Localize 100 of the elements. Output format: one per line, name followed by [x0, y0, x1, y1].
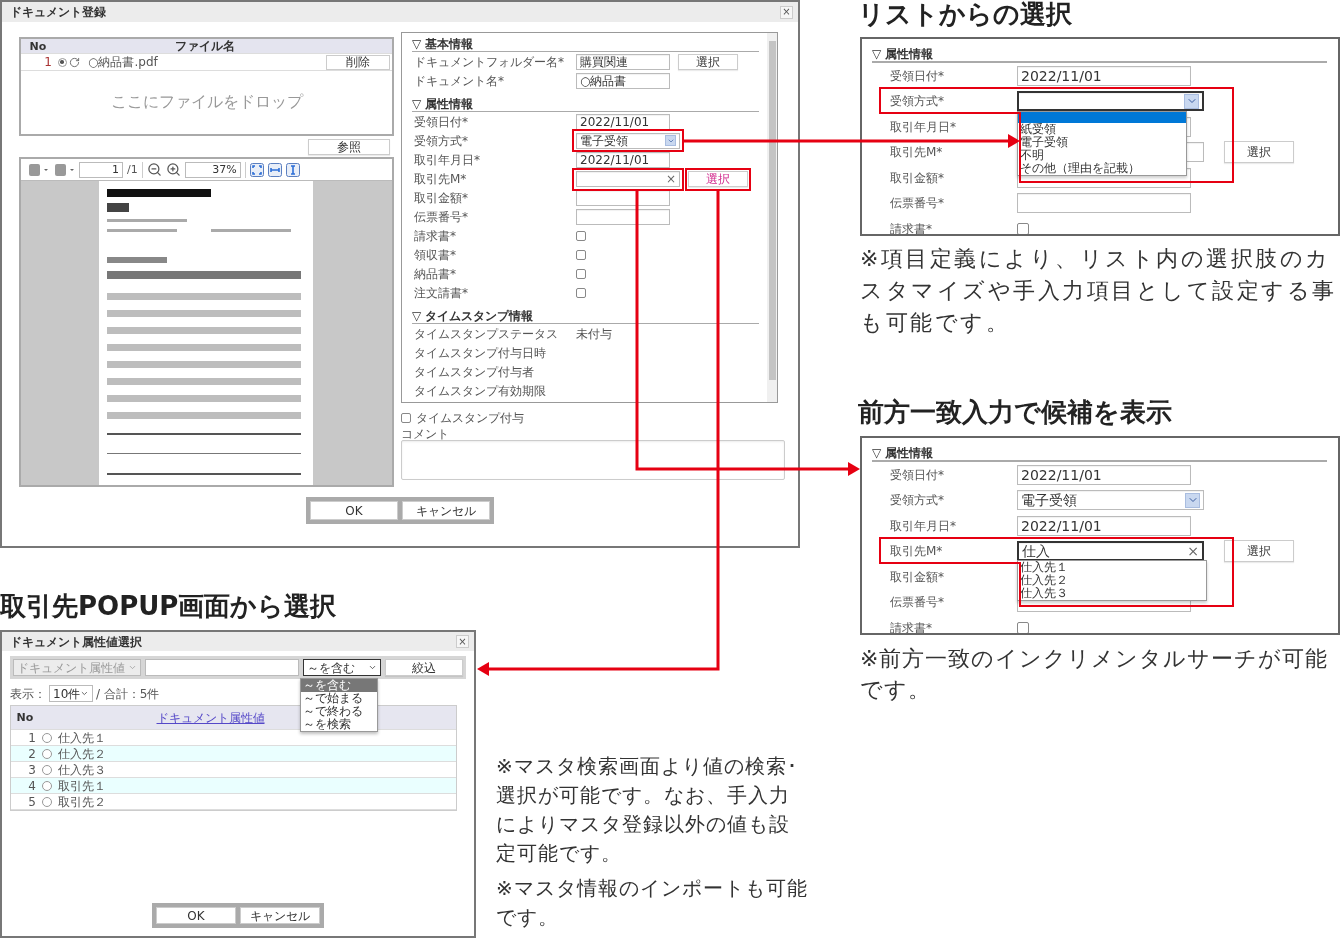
fit-width-icon[interactable]: [267, 162, 282, 177]
checkbox[interactable]: [576, 287, 586, 298]
field-label: ドキュメントフォルダー名*: [413, 55, 565, 68]
field-label: 請求書*: [889, 621, 933, 633]
radio-button[interactable]: [57, 57, 67, 67]
note-text: ※前方一致のインクリメンタルサーチが可能です。: [860, 645, 1330, 704]
note-text: ※項目定義により、リスト内の選択肢のカスタマイズや手入力項目として設定する事も可能です。: [860, 245, 1338, 337]
checkbox[interactable]: [1017, 621, 1029, 633]
search-field[interactable]: ×: [576, 170, 680, 187]
field-label: 取引年月日*: [889, 519, 957, 532]
dropdown-option[interactable]: ～を含む: [301, 679, 377, 692]
field-label: 取引先M*: [889, 545, 944, 558]
field-label: 取引年月日*: [889, 120, 957, 133]
checkbox[interactable]: [576, 249, 586, 260]
suggestion-option[interactable]: 仕入先２: [1018, 574, 1206, 587]
radio-button[interactable]: [42, 780, 52, 791]
dropdown-option[interactable]: その他（理由を記載）: [1018, 162, 1186, 175]
section-header[interactable]: ▽ 基本情報: [412, 36, 759, 52]
radio-button[interactable]: [42, 796, 52, 807]
page-back-icon[interactable]: [27, 162, 49, 177]
chevron-down-icon: [368, 663, 377, 672]
browse-button[interactable]: 参照: [308, 139, 390, 155]
text-field[interactable]: 2022/11/01: [576, 113, 670, 130]
cancel-button[interactable]: キャンセル: [240, 907, 320, 924]
ok-button[interactable]: OK: [310, 501, 398, 520]
page-count: /1: [127, 163, 138, 176]
checkbox[interactable]: [576, 230, 586, 241]
page-size-dropdown[interactable]: 10件: [49, 685, 93, 702]
field-label: 取引先M*: [889, 146, 944, 159]
cancel-button[interactable]: キャンセル: [402, 501, 490, 520]
column-sort-link[interactable]: ドキュメント属性値: [156, 711, 265, 724]
window-title: ドキュメント属性値選択: [10, 635, 142, 648]
page-field[interactable]: 1: [79, 161, 123, 178]
dropdown-field[interactable]: 電子受領: [576, 132, 680, 149]
section-header[interactable]: ▽ タイムスタンプ情報: [412, 308, 759, 324]
text-field[interactable]: ○納品書: [576, 72, 670, 89]
dropdown-option[interactable]: ～を検索: [301, 718, 377, 731]
fit-height-icon[interactable]: [285, 162, 300, 177]
chevron-down-icon: [665, 135, 676, 146]
radio-button[interactable]: [42, 764, 52, 775]
field-label: 取引金額*: [889, 171, 945, 184]
clear-icon[interactable]: ×: [665, 172, 676, 185]
note-text: ※マスタ情報のインポートも可能です。: [496, 875, 808, 931]
zoom-field[interactable]: 37%: [184, 161, 241, 178]
column-header: No: [28, 40, 48, 52]
section-heading: 前方一致入力で候補を表示: [858, 396, 1173, 428]
checkbox[interactable]: [401, 412, 411, 423]
fit-page-icon[interactable]: [249, 162, 264, 177]
text-field[interactable]: 2022/11/01: [1017, 464, 1191, 485]
table-cell-text: 4: [27, 779, 37, 792]
zoom-in-icon[interactable]: [165, 162, 181, 177]
close-button[interactable]: ×: [780, 5, 793, 19]
select-button[interactable]: 選択: [678, 53, 738, 70]
scrollbar[interactable]: [767, 33, 777, 402]
field-label: 受領方式*: [889, 95, 945, 108]
field-label: 受領日付*: [889, 69, 945, 82]
suggestion-option[interactable]: 仕入先１: [1018, 561, 1206, 574]
suggestion-option[interactable]: 仕入先３: [1018, 587, 1206, 600]
text-field[interactable]: 2022/11/01: [1017, 515, 1191, 536]
field-label: 領収書*: [413, 248, 457, 261]
radio-button[interactable]: [42, 748, 52, 759]
dropdown-option[interactable]: 電子受領: [1018, 136, 1186, 149]
search-field[interactable]: 仕入 ×: [1017, 541, 1204, 562]
table-cell-text: 1: [43, 56, 53, 68]
checkbox[interactable]: [576, 268, 586, 279]
zoom-out-icon[interactable]: [146, 162, 162, 177]
filter-button[interactable]: 絞込: [385, 659, 463, 676]
text-field[interactable]: 購買関連: [576, 53, 670, 70]
dropdown-option[interactable]: 不明: [1018, 149, 1186, 162]
section-header[interactable]: ▽ 属性情報: [412, 96, 759, 112]
comment-field[interactable]: [401, 440, 785, 480]
text-field[interactable]: [1017, 193, 1191, 214]
section-header[interactable]: ▽ 属性情報: [872, 45, 1327, 63]
table-cell-text: 仕入先２: [57, 747, 107, 760]
refresh-icon[interactable]: [69, 56, 80, 68]
table-cell-text: 2: [27, 747, 37, 760]
field-label: 伝票番号*: [413, 210, 469, 223]
radio-button[interactable]: [42, 732, 52, 743]
close-button[interactable]: ×: [456, 635, 469, 648]
match-dropdown[interactable]: ～を含む: [303, 659, 381, 676]
section-heading: リストからの選択: [858, 0, 1073, 30]
dropdown-option[interactable]: ～で終わる: [301, 705, 377, 718]
select-button[interactable]: 選択: [1224, 141, 1294, 164]
select-button[interactable]: 選択: [688, 170, 748, 187]
text-field[interactable]: 2022/11/01: [1017, 65, 1191, 86]
field-label: タイムスタンプ付与者: [413, 365, 535, 378]
chevron-down-icon: [1184, 93, 1199, 109]
dropdown-option[interactable]: ～で始まる: [301, 692, 377, 705]
section-header[interactable]: ▽ 属性情報: [872, 444, 1327, 462]
page-forward-icon[interactable]: [53, 162, 75, 177]
dropdown-field[interactable]: 電子受領: [1017, 490, 1204, 511]
text-field[interactable]: [576, 208, 670, 225]
delete-button[interactable]: 削除: [326, 54, 390, 70]
clear-icon[interactable]: ×: [1187, 544, 1199, 559]
field-label: 取引金額*: [889, 570, 945, 583]
checkbox[interactable]: [1017, 222, 1029, 234]
search-field[interactable]: [145, 659, 299, 676]
ok-button[interactable]: OK: [156, 907, 236, 924]
select-button[interactable]: 選択: [1224, 540, 1294, 563]
dropdown-field[interactable]: [1017, 91, 1204, 112]
